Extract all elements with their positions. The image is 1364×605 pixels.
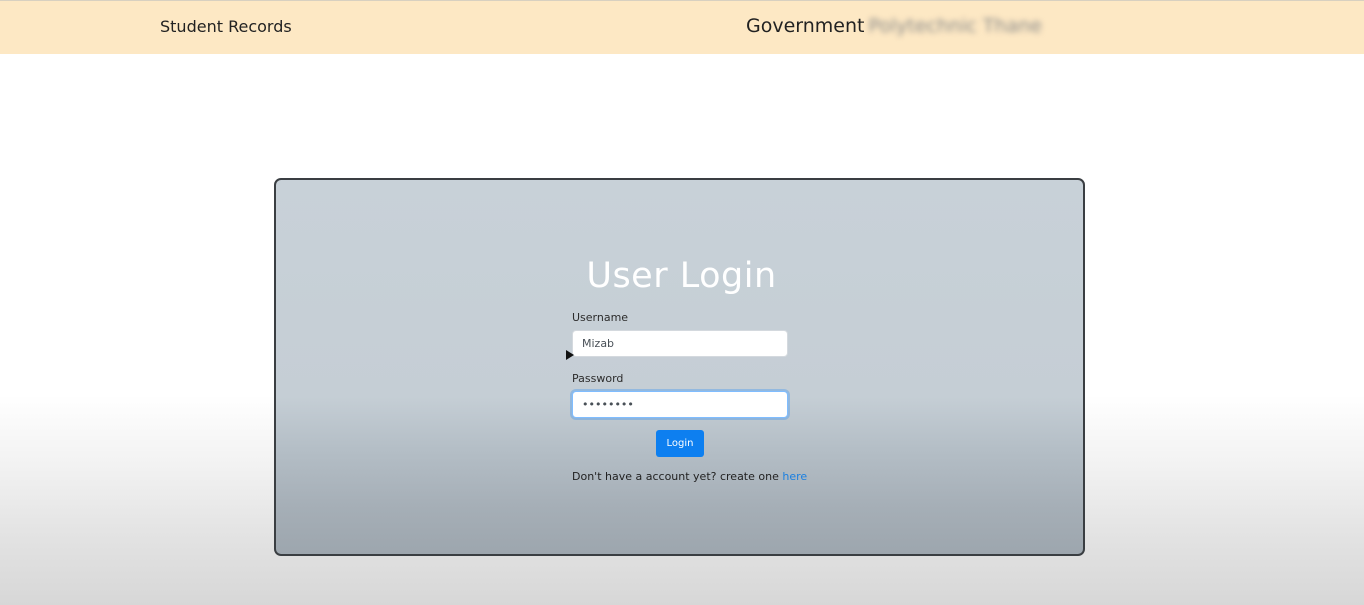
top-navbar: Student Records Government Polytechnic Th… (0, 0, 1364, 54)
login-button[interactable]: Login (656, 430, 704, 457)
username-input[interactable] (572, 330, 788, 357)
password-label: Password (572, 372, 624, 385)
signup-link[interactable]: here (782, 470, 807, 483)
mouse-cursor-icon (566, 350, 574, 360)
signup-prompt: Don't have a account yet? create one her… (572, 470, 807, 483)
login-title: User Login (586, 256, 777, 296)
institution-title-redacted: Polytechnic Thane (868, 15, 1042, 37)
password-input[interactable] (572, 391, 788, 418)
institution-title: Government Polytechnic Thane (746, 15, 1042, 37)
institution-title-text: Government (746, 15, 865, 37)
signup-prompt-text: Don't have a account yet? create one (572, 470, 779, 483)
login-card: User Login Username Password Login Don't… (274, 178, 1085, 556)
brand-link[interactable]: Student Records (160, 17, 292, 36)
username-label: Username (572, 311, 629, 324)
